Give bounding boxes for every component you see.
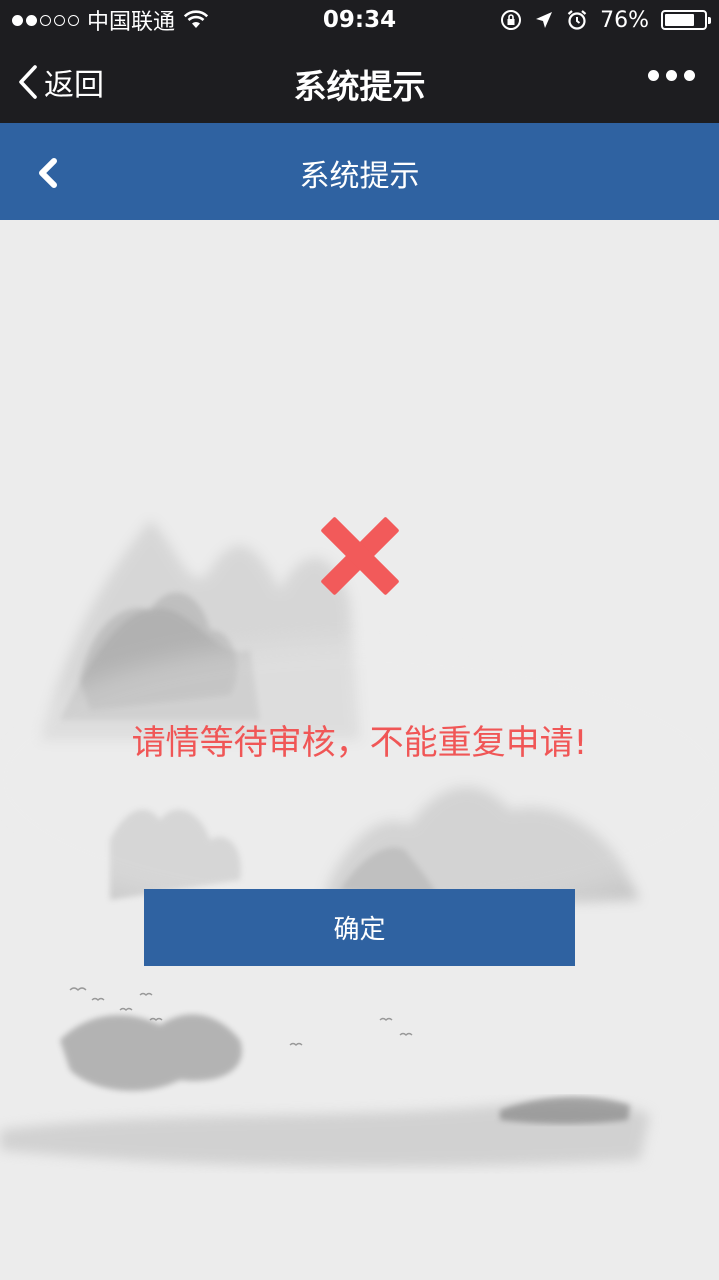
- error-message: 请情等待审核，不能重复申请!: [131, 723, 588, 763]
- battery-icon: [661, 10, 711, 30]
- screen: 中国联通 09:34 76% 返回 系统提示 系统提示 请情等待审核，不能重复申…: [0, 0, 719, 1280]
- nav-back-button[interactable]: 返回: [18, 60, 104, 104]
- location-icon: [536, 12, 553, 28]
- battery-percent: 76%: [600, 7, 649, 33]
- nav-back-label: 返回: [44, 68, 104, 103]
- nav-title: 系统提示: [293, 67, 426, 106]
- more-dots-icon[interactable]: [648, 70, 695, 81]
- confirm-button[interactable]: 确定: [144, 889, 575, 966]
- alarm-icon: [567, 10, 587, 30]
- page-header: 系统提示: [0, 123, 719, 220]
- battery-level: [665, 14, 694, 26]
- chevron-left-icon: [19, 65, 37, 99]
- status-right: 76%: [500, 0, 711, 40]
- status-bar: 中国联通 09:34 76%: [0, 0, 719, 40]
- orientation-lock-icon: [501, 10, 522, 30]
- error-x-icon: [321, 517, 399, 595]
- wechat-nav-bar: 返回 系统提示: [0, 40, 719, 123]
- page-title: 系统提示: [299, 159, 420, 194]
